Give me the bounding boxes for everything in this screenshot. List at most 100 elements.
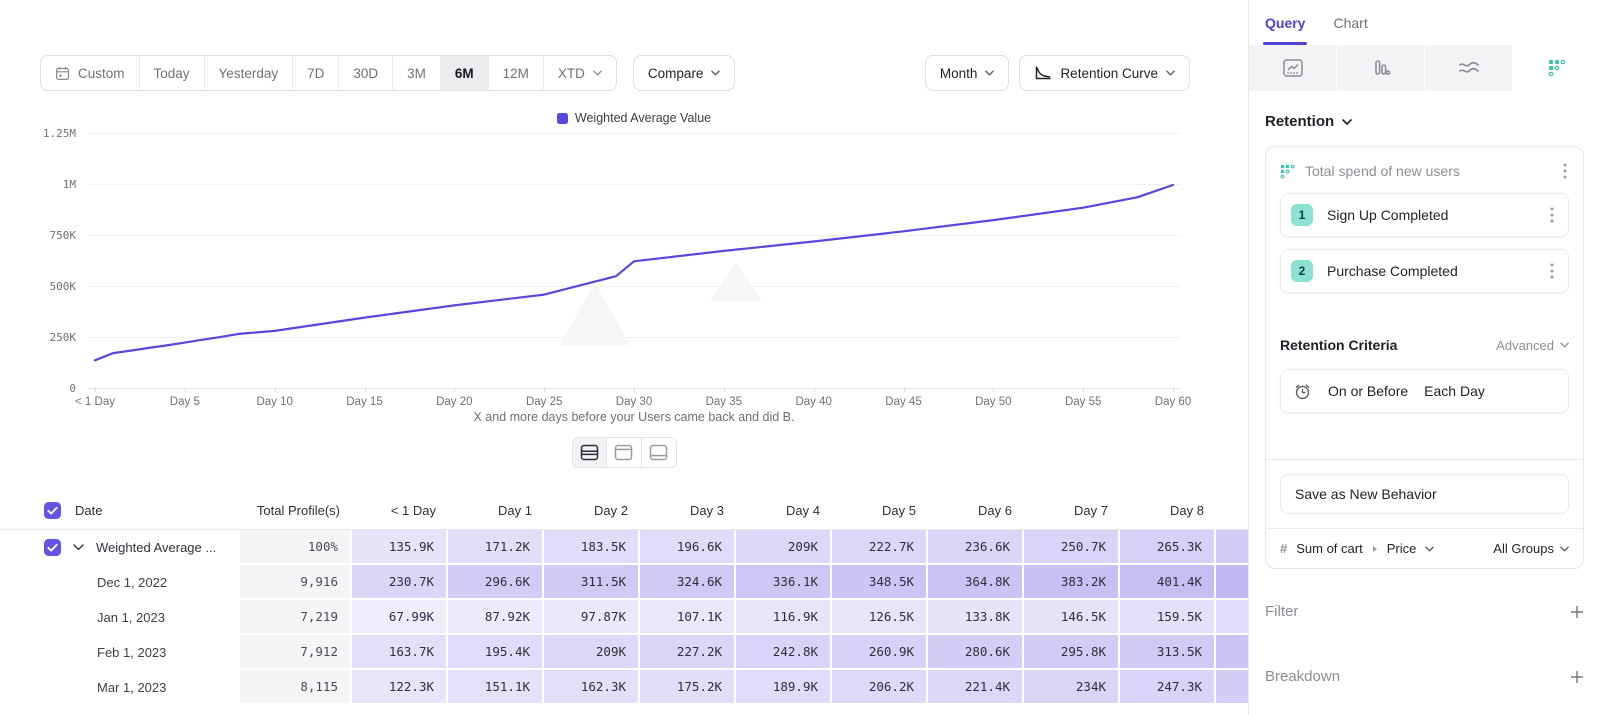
column-header[interactable]: Day 1 (448, 492, 544, 529)
retention-value-cell[interactable]: 348.5K (832, 565, 928, 600)
retention-value-cell[interactable]: 135.9K (352, 530, 448, 565)
retention-value-cell[interactable]: 247.3K (1120, 670, 1216, 705)
retention-value-cell[interactable]: 209K (736, 530, 832, 565)
add-breakdown-button[interactable] (1570, 670, 1584, 684)
measure-property[interactable]: Price (1387, 541, 1417, 556)
toggle-table-only[interactable] (642, 437, 677, 468)
column-header[interactable]: Day 8 (1120, 492, 1216, 529)
retention-value-cell[interactable]: 364.8K (928, 565, 1024, 600)
retention-value-cell[interactable]: 133.8K (928, 600, 1024, 635)
retention-value-cell[interactable]: 171.2K (448, 530, 544, 565)
range-button-today[interactable]: Today (140, 56, 205, 90)
retention-value-cell[interactable]: 209K (544, 635, 640, 670)
compare-button[interactable]: Compare (633, 55, 736, 91)
report-funnels-button[interactable] (1337, 45, 1425, 91)
retention-value-cell[interactable]: 175.2K (640, 670, 736, 705)
report-flows-button[interactable] (1425, 45, 1513, 91)
range-button-3m[interactable]: 3M (393, 56, 441, 90)
retention-value-cell[interactable]: 242.8K (736, 635, 832, 670)
retention-value-cell[interactable]: 162.3K (544, 670, 640, 705)
retention-value-cell[interactable]: 107.1K (640, 600, 736, 635)
column-header[interactable]: Day 7 (1024, 492, 1120, 529)
retention-value-cell[interactable]: 296.6K (448, 565, 544, 600)
groups-dropdown[interactable]: All Groups (1493, 541, 1569, 556)
column-header[interactable]: Day 6 (928, 492, 1024, 529)
retention-value-cell[interactable]: 401.4K (1120, 565, 1216, 600)
retention-value-cell[interactable]: 230.7K (352, 565, 448, 600)
retention-value-cell[interactable]: 234K (1024, 670, 1120, 705)
retention-value-cell[interactable]: 206.2K (832, 670, 928, 705)
column-header[interactable]: Day 3 (640, 492, 736, 529)
chart-legend[interactable]: Weighted Average Value (88, 111, 1180, 125)
toggle-chart-only[interactable] (607, 437, 642, 468)
retention-value-cell[interactable]: 87.92K (448, 600, 544, 635)
report-title-dropdown[interactable]: Retention (1265, 113, 1584, 130)
range-button-30d[interactable]: 30D (339, 56, 393, 90)
kebab-menu-icon[interactable] (1548, 205, 1556, 225)
retention-value-cell[interactable]: 183.5K (544, 530, 640, 565)
retention-value-cell[interactable]: 189.9K (736, 670, 832, 705)
range-button-6m[interactable]: 6M (441, 56, 489, 90)
retention-value-cell[interactable]: 126.5K (832, 600, 928, 635)
retention-value-cell[interactable]: 196.6K (640, 530, 736, 565)
retention-value-cell[interactable]: 146.5K (1024, 600, 1120, 635)
retention-value-cell[interactable]: 265.3K (1120, 530, 1216, 565)
table-row: Dec 1, 20229,916230.7K296.6K311.5K324.6K… (0, 565, 1248, 600)
retention-value-cell[interactable]: 280.6K (928, 635, 1024, 670)
retention-value-cell[interactable]: 250.7K (1024, 530, 1120, 565)
retention-value-cell[interactable]: 236.6K (928, 530, 1024, 565)
kebab-menu-icon[interactable] (1561, 161, 1569, 181)
retention-value-cell[interactable]: 116.9K (736, 600, 832, 635)
report-type-row (1249, 45, 1600, 91)
retention-value-cell[interactable]: 313.5K (1120, 635, 1216, 670)
retention-value-cell[interactable]: 311.5K (544, 565, 640, 600)
retention-value-cell[interactable]: 295.8K (1024, 635, 1120, 670)
retention-value-cell[interactable]: 260.9K (832, 635, 928, 670)
retention-value-cell[interactable]: 222.7K (832, 530, 928, 565)
range-button-12m[interactable]: 12M (489, 56, 544, 90)
column-header[interactable]: Day 2 (544, 492, 640, 529)
header-checkbox[interactable] (44, 502, 61, 519)
retention-value-cell[interactable]: 324.6K (640, 565, 736, 600)
retention-value-cell[interactable]: 151.1K (448, 670, 544, 705)
range-button-custom[interactable]: Custom (41, 56, 140, 90)
save-as-new-behavior-button[interactable]: Save as New Behavior (1280, 474, 1569, 514)
expand-chevron-icon[interactable] (73, 544, 84, 551)
retention-value-cell[interactable]: 227.2K (640, 635, 736, 670)
behavior-step-2[interactable]: 2 Purchase Completed (1280, 249, 1569, 293)
range-button-7d[interactable]: 7D (293, 56, 339, 90)
retention-value-cell[interactable]: 67.99K (352, 600, 448, 635)
retention-value-cell[interactable]: 221.4K (928, 670, 1024, 705)
retention-value-cell[interactable]: 195.4K (448, 635, 544, 670)
retention-value-cell[interactable]: 97.87K (544, 600, 640, 635)
kebab-menu-icon[interactable] (1548, 261, 1556, 281)
granularity-button[interactable]: Month (925, 55, 1010, 91)
column-header[interactable]: < 1 Day (352, 492, 448, 529)
report-retention-button[interactable] (1513, 45, 1600, 91)
add-filter-button[interactable] (1570, 605, 1584, 619)
report-insights-button[interactable] (1249, 45, 1337, 91)
chart-type-button[interactable]: Retention Curve (1019, 55, 1190, 91)
retention-value-cell[interactable]: 163.7K (352, 635, 448, 670)
retention-value-cell[interactable]: 159.5K (1120, 600, 1216, 635)
column-header[interactable]: Day 5 (832, 492, 928, 529)
table-row: Weighted Average ...100%135.9K171.2K183.… (0, 530, 1248, 565)
measure-label[interactable]: Sum of cart (1296, 541, 1362, 556)
tab-chart[interactable]: Chart (1333, 0, 1367, 45)
range-button-xtd[interactable]: XTD (544, 56, 616, 90)
retention-criteria-value[interactable]: On or Before Each Day (1280, 369, 1569, 413)
toggle-split-view[interactable] (572, 437, 607, 468)
row-checkbox[interactable] (44, 539, 61, 556)
step-number-badge: 1 (1291, 204, 1313, 226)
column-header[interactable]: Total Profile(s) (240, 492, 352, 529)
column-header[interactable]: Day 4 (736, 492, 832, 529)
behavior-icon (1280, 164, 1295, 179)
retention-value-cell[interactable]: 122.3K (352, 670, 448, 705)
y-axis-label: 750K (0, 229, 76, 242)
criteria-mode-dropdown[interactable]: Advanced (1496, 338, 1569, 353)
behavior-step-1[interactable]: 1 Sign Up Completed (1280, 193, 1569, 237)
retention-value-cell[interactable]: 383.2K (1024, 565, 1120, 600)
range-button-yesterday[interactable]: Yesterday (205, 56, 294, 90)
tab-query[interactable]: Query (1265, 0, 1305, 45)
retention-value-cell[interactable]: 336.1K (736, 565, 832, 600)
